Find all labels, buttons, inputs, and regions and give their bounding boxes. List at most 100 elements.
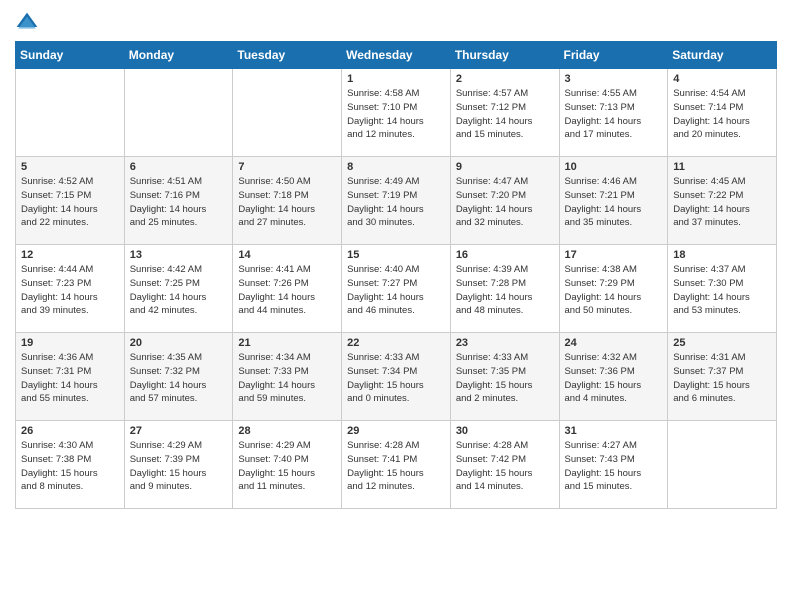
calendar-cell: 7 Sunrise: 4:50 AM Sunset: 7:18 PM Daylig… — [233, 157, 342, 245]
day-info: Sunrise: 4:55 AM Sunset: 7:13 PM Dayligh… — [565, 87, 663, 142]
calendar-cell: 26 Sunrise: 4:30 AM Sunset: 7:38 PM Dayli… — [16, 421, 125, 509]
day-header-sunday: Sunday — [16, 42, 125, 69]
day-number: 28 — [238, 425, 336, 437]
day-info: Sunrise: 4:46 AM Sunset: 7:21 PM Dayligh… — [565, 175, 663, 230]
day-info: Sunrise: 4:31 AM Sunset: 7:37 PM Dayligh… — [673, 351, 771, 406]
day-info: Sunrise: 4:51 AM Sunset: 7:16 PM Dayligh… — [130, 175, 228, 230]
day-number: 9 — [456, 161, 554, 173]
day-info: Sunrise: 4:34 AM Sunset: 7:33 PM Dayligh… — [238, 351, 336, 406]
day-number: 17 — [565, 249, 663, 261]
calendar-cell — [124, 69, 233, 157]
day-number: 18 — [673, 249, 771, 261]
day-number: 30 — [456, 425, 554, 437]
calendar-cell: 3Sunrise: 4:55 AM Sunset: 7:13 PM Daylig… — [559, 69, 668, 157]
day-info: Sunrise: 4:58 AM Sunset: 7:10 PM Dayligh… — [347, 87, 445, 142]
day-number: 14 — [238, 249, 336, 261]
day-number: 15 — [347, 249, 445, 261]
day-number: 11 — [673, 161, 771, 173]
day-number: 25 — [673, 337, 771, 349]
day-info: Sunrise: 4:39 AM Sunset: 7:28 PM Dayligh… — [456, 263, 554, 318]
day-info: Sunrise: 4:36 AM Sunset: 7:31 PM Dayligh… — [21, 351, 119, 406]
day-number: 7 — [238, 161, 336, 173]
day-number: 29 — [347, 425, 445, 437]
calendar-cell: 21 Sunrise: 4:34 AM Sunset: 7:33 PM Dayli… — [233, 333, 342, 421]
calendar-cell: 18 Sunrise: 4:37 AM Sunset: 7:30 PM Dayli… — [668, 245, 777, 333]
day-info: Sunrise: 4:33 AM Sunset: 7:35 PM Dayligh… — [456, 351, 554, 406]
day-info: Sunrise: 4:28 AM Sunset: 7:42 PM Dayligh… — [456, 439, 554, 494]
day-number: 19 — [21, 337, 119, 349]
calendar-cell: 16 Sunrise: 4:39 AM Sunset: 7:28 PM Dayli… — [450, 245, 559, 333]
day-info: Sunrise: 4:35 AM Sunset: 7:32 PM Dayligh… — [130, 351, 228, 406]
day-info: Sunrise: 4:54 AM Sunset: 7:14 PM Dayligh… — [673, 87, 771, 142]
calendar-cell: 5 Sunrise: 4:52 AM Sunset: 7:15 PM Daylig… — [16, 157, 125, 245]
calendar-cell: 1 Sunrise: 4:58 AM Sunset: 7:10 PM Daylig… — [342, 69, 451, 157]
day-number: 23 — [456, 337, 554, 349]
calendar-week-row: 26 Sunrise: 4:30 AM Sunset: 7:38 PM Dayli… — [16, 421, 777, 509]
day-number: 5 — [21, 161, 119, 173]
day-info: Sunrise: 4:45 AM Sunset: 7:22 PM Dayligh… — [673, 175, 771, 230]
calendar-week-row: 19 Sunrise: 4:36 AM Sunset: 7:31 PM Dayli… — [16, 333, 777, 421]
calendar-cell — [668, 421, 777, 509]
day-number: 22 — [347, 337, 445, 349]
day-number: 8 — [347, 161, 445, 173]
calendar-header-row: SundayMondayTuesdayWednesdayThursdayFrid… — [16, 42, 777, 69]
day-info: Sunrise: 4:57 AM Sunset: 7:12 PM Dayligh… — [456, 87, 554, 142]
calendar-cell: 10Sunrise: 4:46 AM Sunset: 7:21 PM Dayli… — [559, 157, 668, 245]
calendar-cell: 19 Sunrise: 4:36 AM Sunset: 7:31 PM Dayli… — [16, 333, 125, 421]
calendar-cell: 27 Sunrise: 4:29 AM Sunset: 7:39 PM Dayli… — [124, 421, 233, 509]
day-info: Sunrise: 4:41 AM Sunset: 7:26 PM Dayligh… — [238, 263, 336, 318]
day-header-friday: Friday — [559, 42, 668, 69]
day-info: Sunrise: 4:50 AM Sunset: 7:18 PM Dayligh… — [238, 175, 336, 230]
day-info: Sunrise: 4:30 AM Sunset: 7:38 PM Dayligh… — [21, 439, 119, 494]
calendar-cell: 22 Sunrise: 4:33 AM Sunset: 7:34 PM Dayli… — [342, 333, 451, 421]
day-info: Sunrise: 4:52 AM Sunset: 7:15 PM Dayligh… — [21, 175, 119, 230]
calendar-cell: 24 Sunrise: 4:32 AM Sunset: 7:36 PM Dayli… — [559, 333, 668, 421]
day-info: Sunrise: 4:42 AM Sunset: 7:25 PM Dayligh… — [130, 263, 228, 318]
day-number: 1 — [347, 73, 445, 85]
calendar-cell: 13 Sunrise: 4:42 AM Sunset: 7:25 PM Dayli… — [124, 245, 233, 333]
day-number: 31 — [565, 425, 663, 437]
day-info: Sunrise: 4:37 AM Sunset: 7:30 PM Dayligh… — [673, 263, 771, 318]
day-number: 16 — [456, 249, 554, 261]
calendar-cell: 6 Sunrise: 4:51 AM Sunset: 7:16 PM Daylig… — [124, 157, 233, 245]
calendar-cell: 4 Sunrise: 4:54 AM Sunset: 7:14 PM Daylig… — [668, 69, 777, 157]
calendar-cell: 23 Sunrise: 4:33 AM Sunset: 7:35 PM Dayli… — [450, 333, 559, 421]
day-number: 27 — [130, 425, 228, 437]
page-header — [15, 10, 777, 31]
day-number: 12 — [21, 249, 119, 261]
day-info: Sunrise: 4:29 AM Sunset: 7:40 PM Dayligh… — [238, 439, 336, 494]
calendar-cell: 8 Sunrise: 4:49 AM Sunset: 7:19 PM Daylig… — [342, 157, 451, 245]
day-number: 4 — [673, 73, 771, 85]
calendar-table: SundayMondayTuesdayWednesdayThursdayFrid… — [15, 41, 777, 509]
day-number: 24 — [565, 337, 663, 349]
calendar-cell — [16, 69, 125, 157]
calendar-week-row: 12 Sunrise: 4:44 AM Sunset: 7:23 PM Dayli… — [16, 245, 777, 333]
day-header-tuesday: Tuesday — [233, 42, 342, 69]
day-info: Sunrise: 4:29 AM Sunset: 7:39 PM Dayligh… — [130, 439, 228, 494]
day-number: 13 — [130, 249, 228, 261]
day-info: Sunrise: 4:33 AM Sunset: 7:34 PM Dayligh… — [347, 351, 445, 406]
day-info: Sunrise: 4:38 AM Sunset: 7:29 PM Dayligh… — [565, 263, 663, 318]
calendar-cell: 12 Sunrise: 4:44 AM Sunset: 7:23 PM Dayli… — [16, 245, 125, 333]
day-number: 26 — [21, 425, 119, 437]
logo — [15, 10, 43, 31]
day-number: 6 — [130, 161, 228, 173]
day-info: Sunrise: 4:49 AM Sunset: 7:19 PM Dayligh… — [347, 175, 445, 230]
calendar-cell: 17 Sunrise: 4:38 AM Sunset: 7:29 PM Dayli… — [559, 245, 668, 333]
calendar-cell: 14 Sunrise: 4:41 AM Sunset: 7:26 PM Dayli… — [233, 245, 342, 333]
day-number: 21 — [238, 337, 336, 349]
day-info: Sunrise: 4:44 AM Sunset: 7:23 PM Dayligh… — [21, 263, 119, 318]
calendar-week-row: 5 Sunrise: 4:52 AM Sunset: 7:15 PM Daylig… — [16, 157, 777, 245]
calendar-cell: 28 Sunrise: 4:29 AM Sunset: 7:40 PM Dayli… — [233, 421, 342, 509]
calendar-cell: 20 Sunrise: 4:35 AM Sunset: 7:32 PM Dayli… — [124, 333, 233, 421]
day-number: 2 — [456, 73, 554, 85]
calendar-cell: 9Sunrise: 4:47 AM Sunset: 7:20 PM Daylig… — [450, 157, 559, 245]
calendar-cell: 31Sunrise: 4:27 AM Sunset: 7:43 PM Dayli… — [559, 421, 668, 509]
day-header-monday: Monday — [124, 42, 233, 69]
calendar-cell: 11 Sunrise: 4:45 AM Sunset: 7:22 PM Dayli… — [668, 157, 777, 245]
day-info: Sunrise: 4:40 AM Sunset: 7:27 PM Dayligh… — [347, 263, 445, 318]
day-number: 20 — [130, 337, 228, 349]
calendar-cell: 15 Sunrise: 4:40 AM Sunset: 7:27 PM Dayli… — [342, 245, 451, 333]
day-info: Sunrise: 4:32 AM Sunset: 7:36 PM Dayligh… — [565, 351, 663, 406]
day-info: Sunrise: 4:28 AM Sunset: 7:41 PM Dayligh… — [347, 439, 445, 494]
